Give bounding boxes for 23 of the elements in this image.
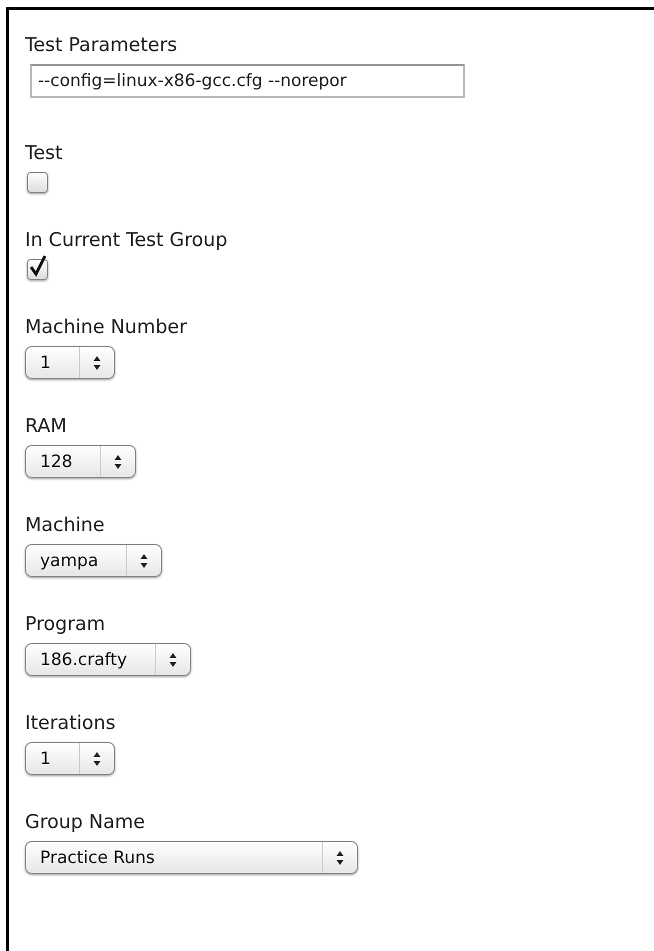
- field-label: RAM: [25, 415, 67, 437]
- checkbox[interactable]: [27, 172, 48, 193]
- select-dropdown[interactable]: Practice Runs: [25, 841, 358, 874]
- field-label: Test Parameters: [25, 34, 178, 56]
- field-label: Group Name: [25, 811, 145, 833]
- select-dropdown[interactable]: 1: [25, 346, 115, 379]
- stepper-arrows-icon: [114, 454, 122, 470]
- select-dropdown[interactable]: 1: [25, 742, 115, 775]
- stepper-arrows-icon: [92, 750, 101, 766]
- field-label: Machine: [25, 514, 105, 536]
- stepper-arrows-icon: [92, 354, 101, 370]
- select-dropdown[interactable]: yampa: [25, 544, 162, 577]
- field-label: Program: [25, 613, 106, 635]
- field-label: Iterations: [25, 712, 116, 734]
- field-label: In Current Test Group: [25, 229, 228, 251]
- field-label: Test: [25, 142, 62, 164]
- stepper-arrows-icon: [140, 552, 148, 568]
- field-label: Machine Number: [25, 316, 187, 338]
- stepper-arrows-icon: [336, 850, 344, 866]
- select-dropdown[interactable]: 186.crafty: [25, 643, 192, 676]
- select-dropdown[interactable]: 128: [25, 445, 136, 478]
- stepper-arrows-icon: [169, 652, 178, 668]
- test-parameters-field[interactable]: --config=linux-x86-gcc.cfg --norepor: [30, 64, 465, 98]
